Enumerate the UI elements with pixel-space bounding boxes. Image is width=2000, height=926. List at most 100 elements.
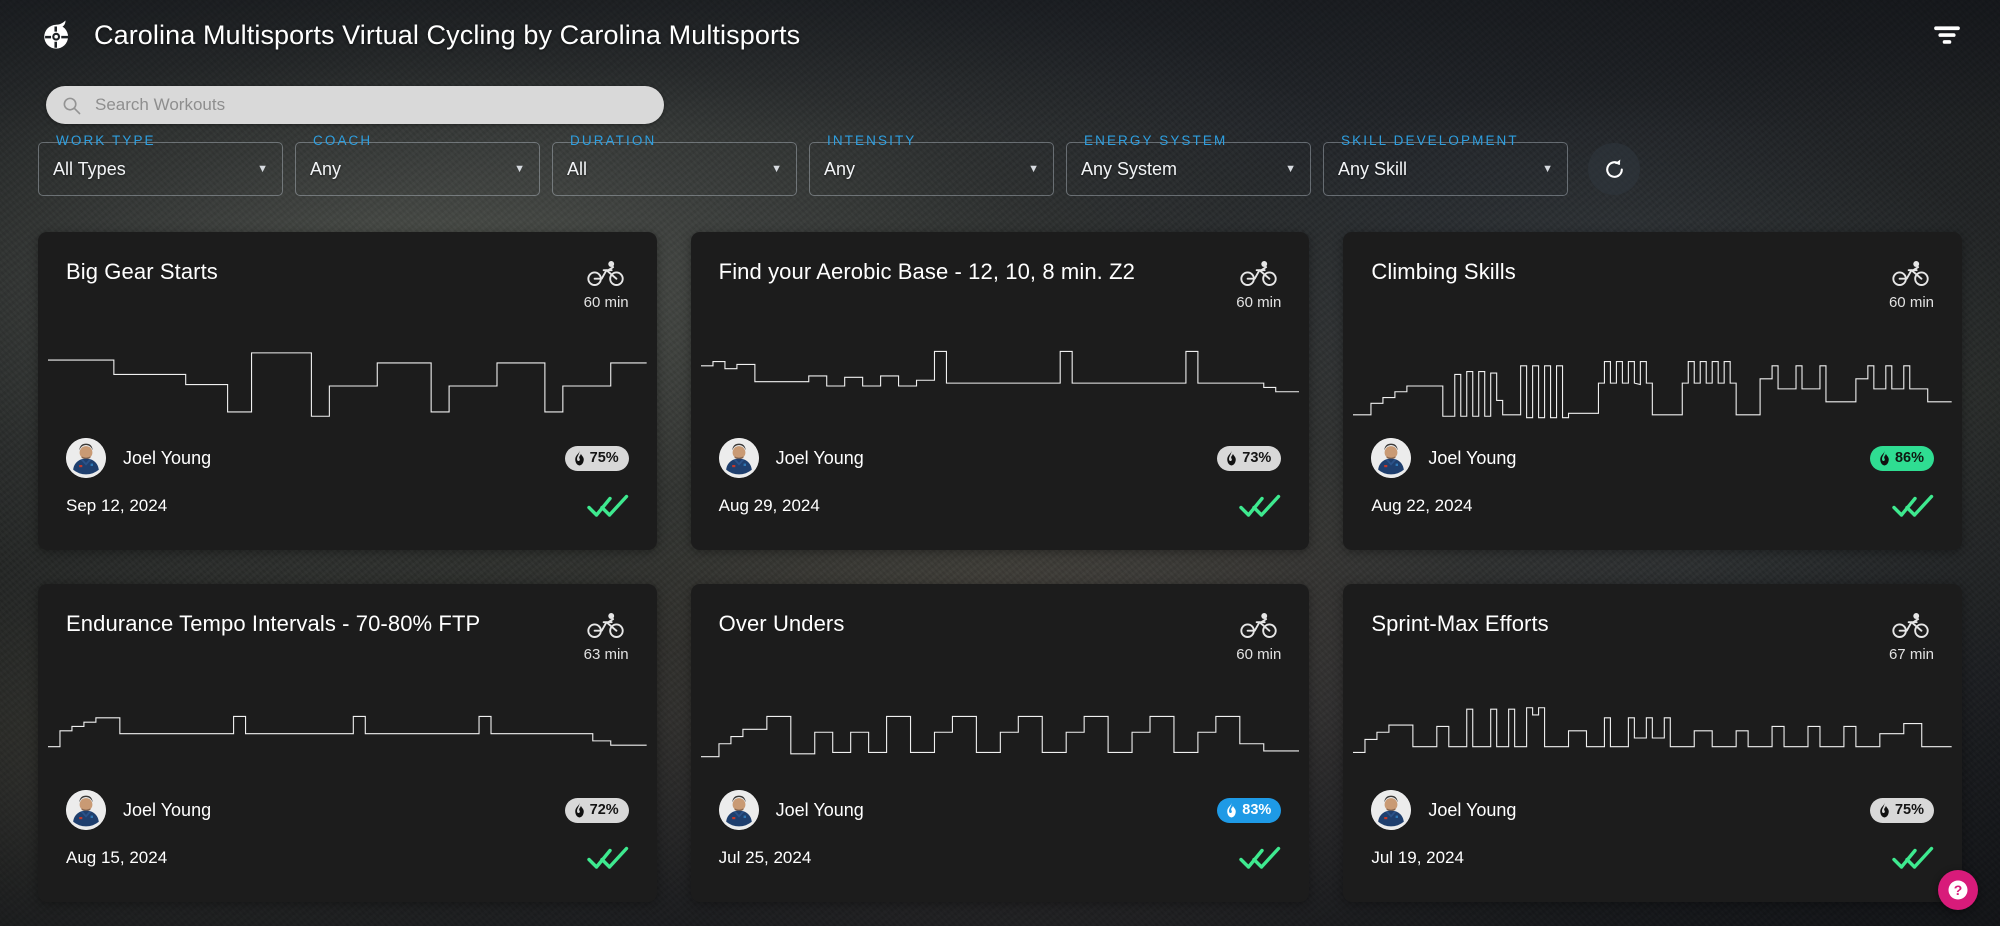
workout-profile-chart [701,702,1300,774]
search-icon [63,97,81,114]
workout-title: Big Gear Starts [66,259,218,284]
cyclist-icon [1240,613,1277,638]
workout-card[interactable]: Endurance Tempo Intervals - 70-80% FTP 63… [38,584,657,902]
double-check-icon [1892,494,1934,517]
avatar [1371,438,1412,478]
athlete-name: Joel Young [775,447,864,468]
flame-icon [574,802,584,818]
intensity-badge: 73% [1217,445,1282,471]
avatar [1371,790,1412,830]
workout-date: Jul 19, 2024 [1371,848,1464,867]
workout-card[interactable]: Find your Aerobic Base - 12, 10, 8 min. … [690,232,1310,550]
filter-bar: WORK TYPE All Types ▼ COACH Any ▼ DURATI… [38,133,1970,200]
funnel-icon[interactable] [1924,12,1970,58]
filter-energy-system-value: Any System [1081,158,1178,179]
chevron-down-icon[interactable]: ▼ [1267,163,1296,175]
double-check-icon [1239,846,1281,869]
athlete-row: Joel Young 75% [1371,790,1934,830]
athlete-row: Joel Young 86% [1371,438,1934,478]
intensity-badge: 72% [564,797,629,823]
double-check-icon [586,846,628,869]
athlete-name: Joel Young [1428,447,1517,468]
workout-duration: 60 min [584,258,629,311]
workout-date: Sep 12, 2024 [66,496,168,515]
workout-title: Sprint-Max Efforts [1371,611,1549,636]
chevron-down-icon[interactable]: ▼ [753,163,782,175]
athlete-name: Joel Young [123,799,212,820]
intensity-badge: 83% [1217,797,1282,823]
intensity-value: 73% [1242,450,1272,466]
workout-card[interactable]: Over Unders 60 min Joel Young 83% Jul 25, 20… [690,584,1310,902]
card-header: Sprint-Max Efforts 67 min [1371,610,1934,663]
workout-title: Endurance Tempo Intervals - 70-80% FTP [66,611,481,636]
workout-card[interactable]: Sprint-Max Efforts 67 min Joel Young 75% Jul… [1343,584,1962,902]
globe-logo-icon [44,20,69,49]
athlete-name: Joel Young [1428,799,1517,820]
workout-profile-chart [701,350,1300,422]
avatar [66,438,106,478]
cyclist-icon [1892,261,1930,286]
filter-skill-development[interactable]: SKILL DEVELOPMENT Any Skill ▼ [1323,133,1568,196]
filter-intensity[interactable]: INTENSITY Any ▼ [809,133,1054,196]
filter-work-type[interactable]: WORK TYPE All Types ▼ [38,133,283,196]
filter-skill-development-label: SKILL DEVELOPMENT [1335,133,1525,148]
intensity-value: 75% [1894,802,1924,818]
intensity-value: 72% [589,802,619,818]
chevron-down-icon[interactable]: ▼ [239,163,268,175]
chevron-down-icon[interactable]: ▼ [496,163,525,175]
workout-card[interactable]: Climbing Skills 60 min Joel Young 86% Aug 22… [1343,232,1962,550]
avatar-image [1371,438,1412,478]
avatar-image [718,438,759,478]
workout-date: Aug 22, 2024 [1371,496,1473,515]
avatar-image [1371,790,1412,830]
workout-profile-chart [1353,350,1952,422]
workout-profile [1353,702,1952,774]
double-check-icon [586,494,628,517]
filter-work-type-label: WORK TYPE [50,133,162,148]
double-check-icon [1892,846,1934,869]
intensity-value: 86% [1894,450,1924,466]
search-bar[interactable] [46,86,664,124]
duration-text: 60 min [583,294,629,311]
filter-coach-label: COACH [307,133,379,148]
avatar-image [66,790,106,830]
card-header: Big Gear Starts 60 min [66,258,629,311]
search-input[interactable] [95,95,648,115]
card-footer: Jul 25, 2024 [719,846,1282,870]
svg-text:?: ? [1954,882,1963,898]
avatar [718,790,759,830]
workout-title: Over Unders [718,611,845,636]
filter-energy-system[interactable]: ENERGY SYSTEM Any System ▼ [1066,133,1311,196]
flame-icon [574,450,584,466]
intensity-badge: 75% [564,445,629,471]
intensity-value: 83% [1242,802,1272,818]
refresh-button[interactable] [1588,143,1640,195]
workout-profile-chart [48,702,647,774]
duration-text: 63 min [583,646,629,663]
intensity-badge: 75% [1869,797,1934,823]
card-footer: Jul 19, 2024 [1371,846,1934,870]
filter-work-type-value: All Types [53,158,126,179]
filter-coach[interactable]: COACH Any ▼ [295,133,540,196]
avatar-image [718,790,759,830]
chevron-down-icon[interactable]: ▼ [1524,163,1553,175]
help-button[interactable]: ? [1938,870,1978,910]
duration-text: 67 min [1888,646,1934,663]
athlete-row: Joel Young 72% [66,790,629,830]
filter-duration[interactable]: DURATION All ▼ [552,133,797,196]
card-header: Over Unders 60 min [719,610,1282,663]
cyclist-icon [587,613,624,638]
duration-text: 60 min [1888,294,1934,311]
workout-card-grid: Big Gear Starts 60 min Joel Young 75% Sep 12… [38,232,1962,902]
athlete-row: Joel Young 75% [66,438,629,478]
workout-card[interactable]: Big Gear Starts 60 min Joel Young 75% Sep 12… [38,232,657,550]
cyclist-icon [1240,261,1277,286]
chevron-down-icon[interactable]: ▼ [1010,163,1039,175]
flame-icon [1880,450,1889,466]
workout-profile-chart [1353,702,1952,774]
avatar [66,790,106,830]
card-footer: Aug 22, 2024 [1371,494,1934,518]
athlete-row: Joel Young 73% [718,438,1282,478]
cyclist-icon [1892,613,1930,638]
filter-coach-value: Any [310,158,342,179]
